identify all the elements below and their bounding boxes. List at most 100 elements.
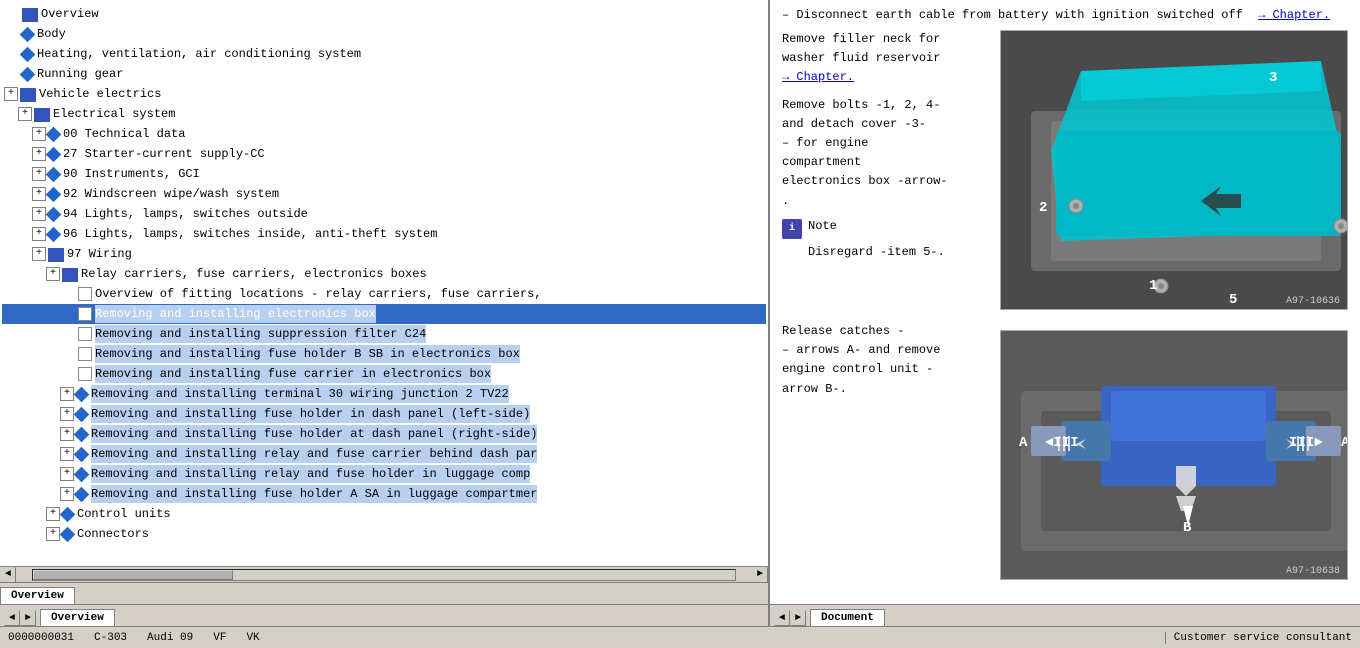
nav-right-btn[interactable]: ► <box>20 610 36 626</box>
tree-label-94-lights: 94 Lights, lamps, switches outside <box>63 205 308 223</box>
tree-label-97-wiring: 97 Wiring <box>67 245 132 263</box>
expand-btn-96-lights[interactable]: + <box>32 227 46 241</box>
tree-item-removing-terminal30[interactable]: + Removing and installing terminal 30 wir… <box>2 384 766 404</box>
nav-left-btn[interactable]: ◄ <box>4 610 20 626</box>
book-icon-relay-carriers <box>62 268 78 282</box>
tree-label-removing-relay-dash: Removing and installing relay and fuse c… <box>91 445 537 463</box>
tree-label-hvac: Heating, ventilation, air conditioning s… <box>37 45 361 63</box>
disconnect-text: – Disconnect earth cable from battery wi… <box>782 8 1243 22</box>
expand-btn-removing-relay-dash[interactable]: + <box>60 447 74 461</box>
page-icon-removing-fuse-carrier <box>78 367 92 381</box>
diamond-icon-removing-relay-dash <box>74 446 90 462</box>
tree-item-removing-fuse-carrier[interactable]: Removing and installing fuse carrier in … <box>2 364 766 384</box>
bottom-bar: ◄ ► Overview ◄ ► Document <box>0 604 1360 626</box>
chapter-link-filler[interactable]: → Chapter. <box>782 70 854 84</box>
tree-item-overview-fitting[interactable]: Overview of fitting locations - relay ca… <box>2 284 766 304</box>
svg-text:1: 1 <box>1149 278 1157 294</box>
diamond-icon-27-starter <box>46 146 62 162</box>
scroll-thumb[interactable] <box>33 570 233 580</box>
tree-label-removing-fuse-sb: Removing and installing fuse holder B SB… <box>95 345 520 363</box>
tree-item-removing-fuse-a-sa[interactable]: +Removing and installing fuse holder A S… <box>2 484 766 504</box>
expand-btn-control-units[interactable]: + <box>46 507 60 521</box>
expand-btn-removing-relay-luggage[interactable]: + <box>60 467 74 481</box>
diamond-icon-96-lights <box>46 226 62 242</box>
expand-btn-94-lights[interactable]: + <box>32 207 46 221</box>
diamond-icon-removing-fuse-right <box>74 426 90 442</box>
tree-label-removing-terminal30: Removing and installing terminal 30 wiri… <box>91 385 509 403</box>
tree-item-removing-fuse-left[interactable]: + Removing and installing fuse holder in … <box>2 404 766 424</box>
diamond-icon-connectors <box>60 526 76 542</box>
expand-btn-removing-terminal30[interactable]: + <box>60 387 74 401</box>
expand-btn-00-tech[interactable]: + <box>32 127 46 141</box>
page-icon-removing-elec <box>78 307 92 321</box>
tree-label-overview-fitting: Overview of fitting locations - relay ca… <box>95 285 541 303</box>
svg-text:5: 5 <box>1229 292 1237 308</box>
tree-label-vehicle-elec: Vehicle electrics <box>39 85 161 103</box>
tree-item-relay-carriers[interactable]: + Relay carriers, fuse carriers, electron… <box>2 264 766 284</box>
horizontal-scrollbar[interactable]: ◄ ► <box>0 566 768 582</box>
tab-document[interactable]: Document <box>810 609 885 626</box>
left-panel: OverviewBodyHeating, ventilation, air co… <box>0 0 770 604</box>
tree-item-96-lights[interactable]: +96 Lights, lamps, switches inside, anti… <box>2 224 766 244</box>
tree-label-92-windscreen: 92 Windscreen wipe/wash system <box>63 185 279 203</box>
svg-text:A: A <box>1019 435 1028 451</box>
tree-item-92-windscreen[interactable]: +92 Windscreen wipe/wash system <box>2 184 766 204</box>
tab-left-overview[interactable]: Overview <box>40 609 115 626</box>
tree-label-removing-fuse-left: Removing and installing fuse holder in d… <box>91 405 530 423</box>
tree-item-control-units[interactable]: +Control units <box>2 504 766 524</box>
expand-btn-removing-fuse-right[interactable]: + <box>60 427 74 441</box>
tree-item-00-tech[interactable]: +00 Technical data <box>2 124 766 144</box>
tree-area[interactable]: OverviewBodyHeating, ventilation, air co… <box>0 0 768 566</box>
expand-btn-92-windscreen[interactable]: + <box>32 187 46 201</box>
scroll-left-btn[interactable]: ◄ <box>0 567 16 583</box>
left-tab-bar: Overview <box>0 582 768 604</box>
tree-item-94-lights[interactable]: +94 Lights, lamps, switches outside <box>2 204 766 224</box>
diamond-icon-body <box>20 26 36 42</box>
expand-btn-removing-fuse-left[interactable]: + <box>60 407 74 421</box>
tree-item-removing-fuse-right[interactable]: +Removing and installing fuse holder at … <box>2 424 766 444</box>
tree-item-removing-relay-luggage[interactable]: + Removing and installing relay and fuse … <box>2 464 766 484</box>
book-icon-overview <box>22 8 38 22</box>
nav-doc-left-btn[interactable]: ◄ <box>774 610 790 626</box>
tab-overview[interactable]: Overview <box>0 587 75 604</box>
tree-item-vehicle-elec[interactable]: + Vehicle electrics <box>2 84 766 104</box>
expand-btn-97-wiring[interactable]: + <box>32 247 46 261</box>
tree-label-removing-relay-luggage: Removing and installing relay and fuse h… <box>91 465 530 483</box>
expand-btn-removing-fuse-a-sa[interactable]: + <box>60 487 74 501</box>
status-audi: Audi 09 <box>147 632 193 644</box>
tree-label-removing-suppress: Removing and installing suppression filt… <box>95 325 426 343</box>
svg-text:3: 3 <box>1269 70 1277 86</box>
tree-item-elec-system[interactable]: + Electrical system <box>2 104 766 124</box>
tree-item-running[interactable]: Running gear <box>2 64 766 84</box>
expand-btn-vehicle-elec[interactable]: + <box>4 87 18 101</box>
tree-item-hvac[interactable]: Heating, ventilation, air conditioning s… <box>2 44 766 64</box>
nav-doc-right-btn[interactable]: ► <box>790 610 806 626</box>
expand-btn-27-starter[interactable]: + <box>32 147 46 161</box>
left-bottom: ◄ ► Overview <box>0 605 770 626</box>
tree-item-removing-fuse-sb[interactable]: Removing and installing fuse holder B SB… <box>2 344 766 364</box>
expand-btn-relay-carriers[interactable]: + <box>46 267 60 281</box>
svg-text:A97-10636: A97-10636 <box>1286 296 1340 307</box>
tree-label-elec-system: Electrical system <box>53 105 175 123</box>
tree-item-97-wiring[interactable]: +97 Wiring <box>2 244 766 264</box>
tree-label-relay-carriers: Relay carriers, fuse carriers, electroni… <box>81 265 427 283</box>
tree-item-27-starter[interactable]: +27 Starter-current supply-CC <box>2 144 766 164</box>
tree-item-removing-elec[interactable]: Removing and installing electronics box <box>2 304 766 324</box>
status-c303: C-303 <box>94 632 127 644</box>
tree-item-removing-suppress[interactable]: Removing and installing suppression filt… <box>2 324 766 344</box>
tree-item-body[interactable]: Body <box>2 24 766 44</box>
scroll-right-btn[interactable]: ► <box>752 567 768 583</box>
expand-btn-elec-system[interactable]: + <box>18 107 32 121</box>
tree-item-connectors[interactable]: +Connectors <box>2 524 766 544</box>
svg-text:A: A <box>1341 435 1348 451</box>
chapter-link-top[interactable]: → Chapter. <box>1258 8 1330 22</box>
tree-item-overview[interactable]: Overview <box>2 4 766 24</box>
diamond-icon-hvac <box>20 46 36 62</box>
status-right: Customer service consultant <box>1166 632 1360 644</box>
tree-item-90-instruments[interactable]: +90 Instruments, GCI <box>2 164 766 184</box>
scroll-track[interactable] <box>32 569 736 581</box>
expand-btn-connectors[interactable]: + <box>46 527 60 541</box>
top-instruction: – Disconnect earth cable from battery wi… <box>782 8 1348 22</box>
expand-btn-90-instruments[interactable]: + <box>32 167 46 181</box>
tree-item-removing-relay-dash[interactable]: + Removing and installing relay and fuse … <box>2 444 766 464</box>
